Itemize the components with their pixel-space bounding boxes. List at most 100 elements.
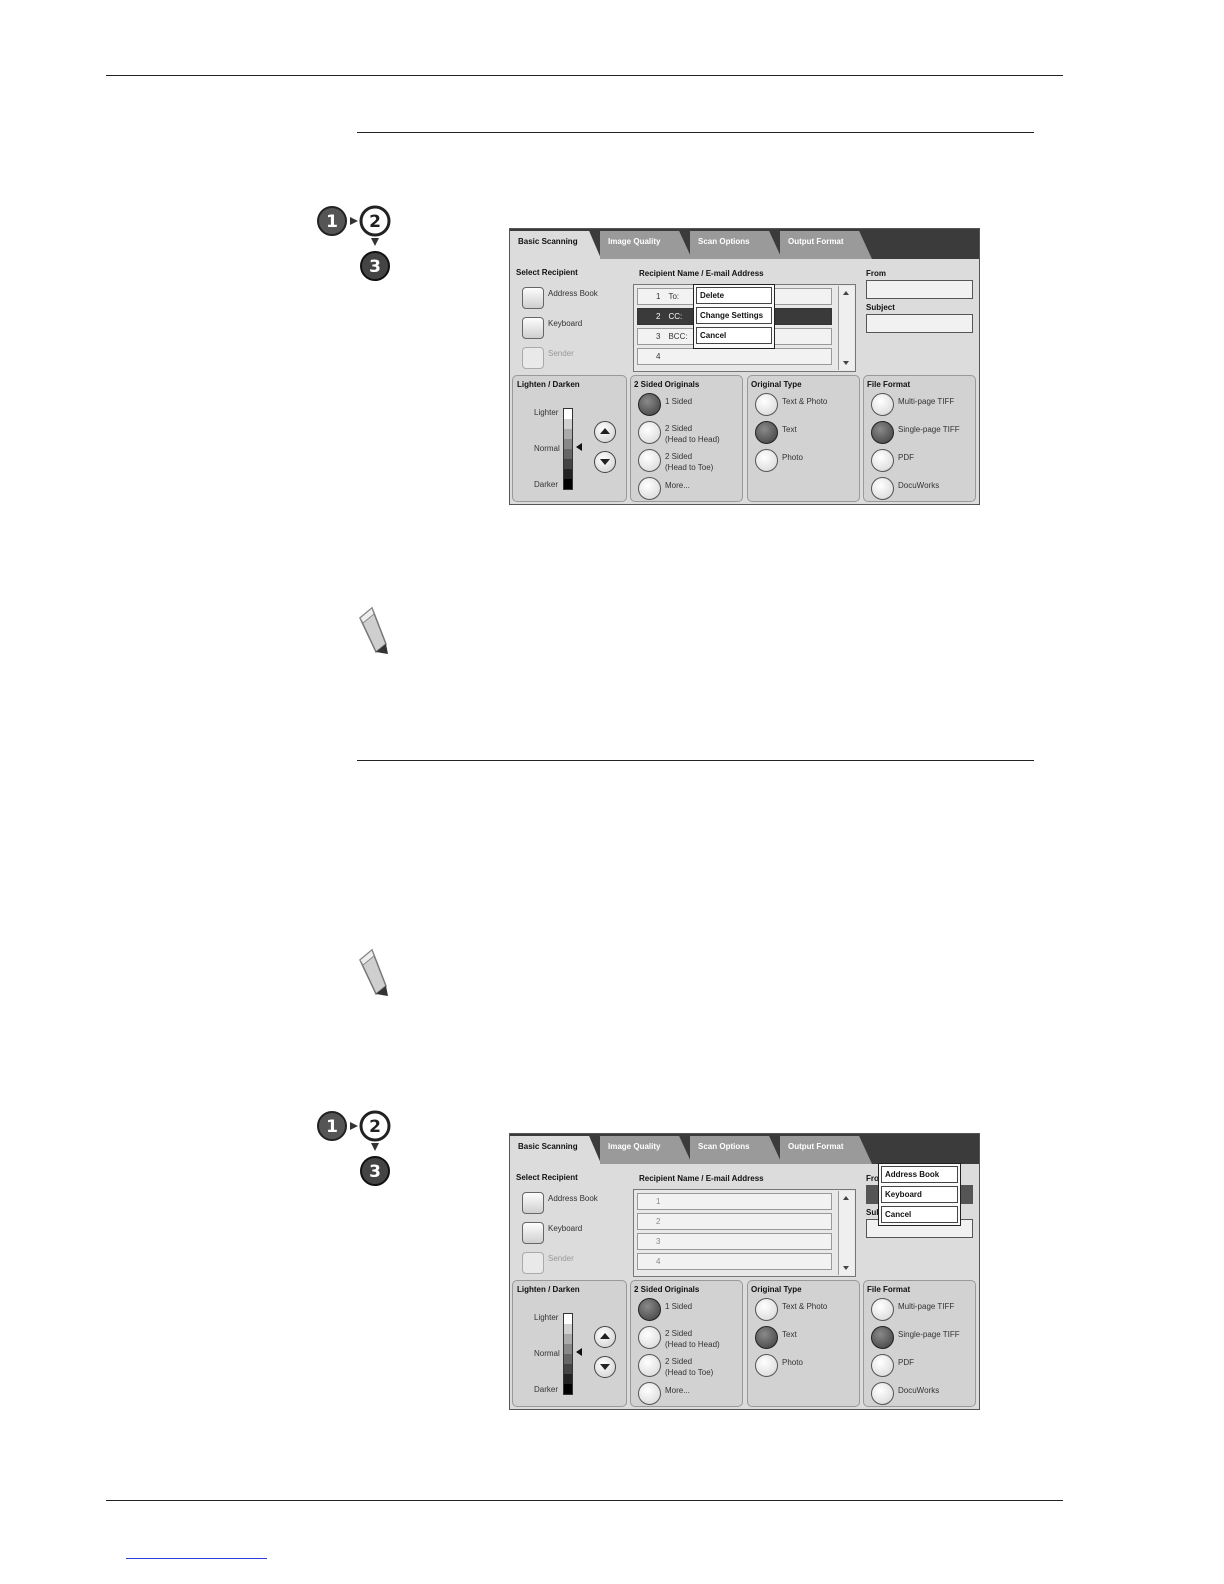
radio-1-sided[interactable] — [638, 1298, 661, 1321]
recipient-row[interactable]: 4 — [637, 348, 832, 365]
option-head-to-toe-label: 2 Sided (Head to Toe) — [665, 1357, 714, 1377]
option-head-to-toe-label: 2 Sided (Head to Toe) — [665, 452, 714, 472]
radio-more[interactable] — [638, 1382, 661, 1405]
original-type-label: Original Type — [751, 1285, 802, 1294]
menu-item-delete[interactable]: Delete — [696, 287, 772, 304]
lighten-darken-label: Lighten / Darken — [517, 1285, 580, 1294]
radio-photo[interactable] — [755, 1354, 778, 1377]
radio-2-sided-head-to-head[interactable] — [638, 1326, 661, 1349]
option-more-label: More... — [665, 1386, 690, 1395]
radio-photo[interactable] — [755, 449, 778, 472]
tab-output-format[interactable]: Output Format — [780, 1136, 872, 1164]
radio-pdf[interactable] — [871, 1354, 894, 1377]
tab-image-quality[interactable]: Image Quality — [600, 1136, 692, 1164]
keyboard-button[interactable] — [522, 317, 544, 339]
arrow-up-icon — [600, 1333, 610, 1339]
section-rule-top — [357, 132, 1034, 133]
menu-item-keyboard[interactable]: Keyboard — [881, 1186, 958, 1203]
sender-button[interactable] — [522, 347, 544, 369]
recipient-scrollbar[interactable] — [838, 1191, 854, 1275]
from-field[interactable] — [866, 280, 973, 299]
option-pdf-label: PDF — [898, 453, 914, 462]
option-single-page-tiff-label: Single-page TIFF — [898, 425, 960, 434]
select-recipient-label: Select Recipient — [516, 268, 578, 277]
option-1-sided-label: 1 Sided — [665, 1302, 693, 1311]
radio-docuworks[interactable] — [871, 477, 894, 500]
scroll-down-icon[interactable] — [843, 361, 849, 365]
darken-down-button[interactable] — [594, 1356, 616, 1378]
option-photo-label: Photo — [782, 1358, 803, 1367]
tab-basic-scanning[interactable]: Basic Scanning — [510, 231, 602, 261]
radio-pdf[interactable] — [871, 449, 894, 472]
tab-image-quality[interactable]: Image Quality — [600, 231, 692, 259]
from-popup-menu: Address Book Keyboard Cancel — [878, 1163, 961, 1226]
option-text-label: Text — [782, 425, 797, 434]
radio-text-photo[interactable] — [755, 1298, 778, 1321]
option-docuworks-label: DocuWorks — [898, 481, 940, 490]
radio-text[interactable] — [755, 421, 778, 444]
radio-text-photo[interactable] — [755, 393, 778, 416]
scroll-up-icon[interactable] — [843, 291, 849, 295]
subject-field[interactable] — [866, 314, 973, 333]
option-head-to-head-label: 2 Sided (Head to Head) — [665, 424, 720, 444]
option-multi-page-tiff-label: Multi-page TIFF — [898, 1302, 955, 1311]
two-sided-group: 2 Sided Originals 1 Sided 2 Sided (Head … — [630, 1280, 743, 1407]
option-1-sided-label: 1 Sided — [665, 397, 693, 406]
radio-docuworks[interactable] — [871, 1382, 894, 1405]
file-format-group: File Format Multi-page TIFF Single-page … — [863, 1280, 976, 1407]
density-scale — [563, 408, 573, 490]
recipient-row[interactable]: 3 — [637, 1233, 832, 1250]
lighten-up-button[interactable] — [594, 1326, 616, 1348]
arrow-up-icon — [600, 428, 610, 434]
recipient-row[interactable]: 2 — [637, 1213, 832, 1230]
darker-label: Darker — [534, 1385, 559, 1394]
menu-item-change-settings[interactable]: Change Settings — [696, 307, 772, 324]
radio-single-page-tiff[interactable] — [871, 421, 894, 444]
radio-text[interactable] — [755, 1326, 778, 1349]
sender-label: Sender — [548, 349, 574, 358]
sender-label: Sender — [548, 1254, 574, 1263]
option-photo-label: Photo — [782, 453, 803, 462]
tab-scan-options[interactable]: Scan Options — [690, 1136, 782, 1164]
option-multi-page-tiff-label: Multi-page TIFF — [898, 397, 955, 406]
menu-item-address-book[interactable]: Address Book — [881, 1166, 958, 1183]
radio-single-page-tiff[interactable] — [871, 1326, 894, 1349]
option-head-to-head-label: 2 Sided (Head to Head) — [665, 1329, 720, 1349]
arrow-down-icon — [600, 1364, 610, 1370]
address-book-label: Address Book — [548, 289, 598, 298]
tab-basic-scanning[interactable]: Basic Scanning — [510, 1136, 602, 1166]
address-book-button[interactable] — [522, 287, 544, 309]
footer-link-underline[interactable] — [126, 1558, 267, 1559]
keyboard-label: Keyboard — [548, 1224, 583, 1233]
menu-item-cancel[interactable]: Cancel — [881, 1206, 958, 1223]
lighten-darken-group: Lighten / Darken Lighter Normal Darker — [512, 375, 627, 502]
footer-rule — [106, 1500, 1063, 1501]
darken-down-button[interactable] — [594, 451, 616, 473]
svg-text:2: 2 — [369, 1117, 381, 1137]
arrow-down-icon — [600, 459, 610, 465]
scroll-up-icon[interactable] — [843, 1196, 849, 1200]
scroll-down-icon[interactable] — [843, 1266, 849, 1270]
radio-multi-page-tiff[interactable] — [871, 393, 894, 416]
recipient-row[interactable]: 1 — [637, 1193, 832, 1210]
menu-item-cancel[interactable]: Cancel — [696, 327, 772, 344]
radio-2-sided-head-to-toe[interactable] — [638, 1354, 661, 1377]
radio-2-sided-head-to-toe[interactable] — [638, 449, 661, 472]
normal-label: Normal — [534, 444, 560, 453]
sender-button[interactable] — [522, 1252, 544, 1274]
radio-1-sided[interactable] — [638, 393, 661, 416]
radio-more[interactable] — [638, 477, 661, 500]
keyboard-button[interactable] — [522, 1222, 544, 1244]
option-more-label: More... — [665, 481, 690, 490]
radio-multi-page-tiff[interactable] — [871, 1298, 894, 1321]
tab-output-format[interactable]: Output Format — [780, 231, 872, 259]
radio-2-sided-head-to-head[interactable] — [638, 421, 661, 444]
two-sided-group: 2 Sided Originals 1 Sided 2 Sided (Head … — [630, 375, 743, 502]
tab-scan-options[interactable]: Scan Options — [690, 231, 782, 259]
address-book-button[interactable] — [522, 1192, 544, 1214]
recipient-scrollbar[interactable] — [838, 286, 854, 370]
lighten-up-button[interactable] — [594, 421, 616, 443]
recipient-row[interactable]: 4 — [637, 1253, 832, 1270]
option-docuworks-label: DocuWorks — [898, 1386, 940, 1395]
option-text-photo-label: Text & Photo — [782, 1302, 828, 1311]
